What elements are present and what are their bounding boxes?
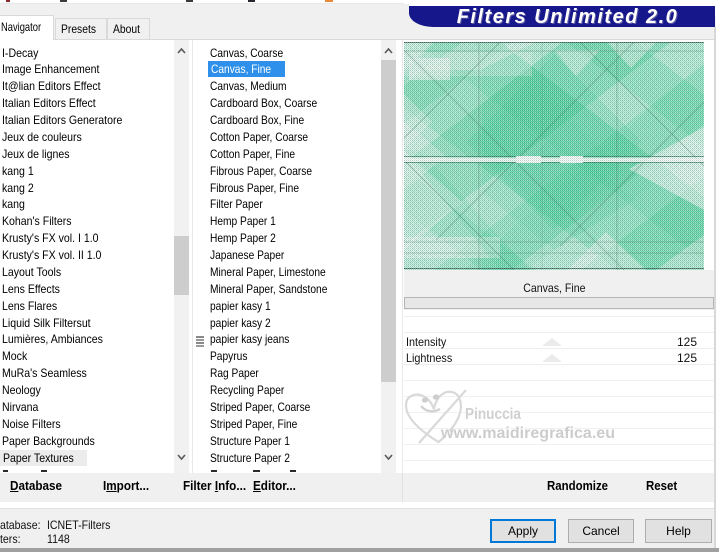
- svg-text:www.maidiregrafica.eu: www.maidiregrafica.eu: [440, 425, 615, 442]
- svg-text:Pinuccia: Pinuccia: [465, 406, 521, 423]
